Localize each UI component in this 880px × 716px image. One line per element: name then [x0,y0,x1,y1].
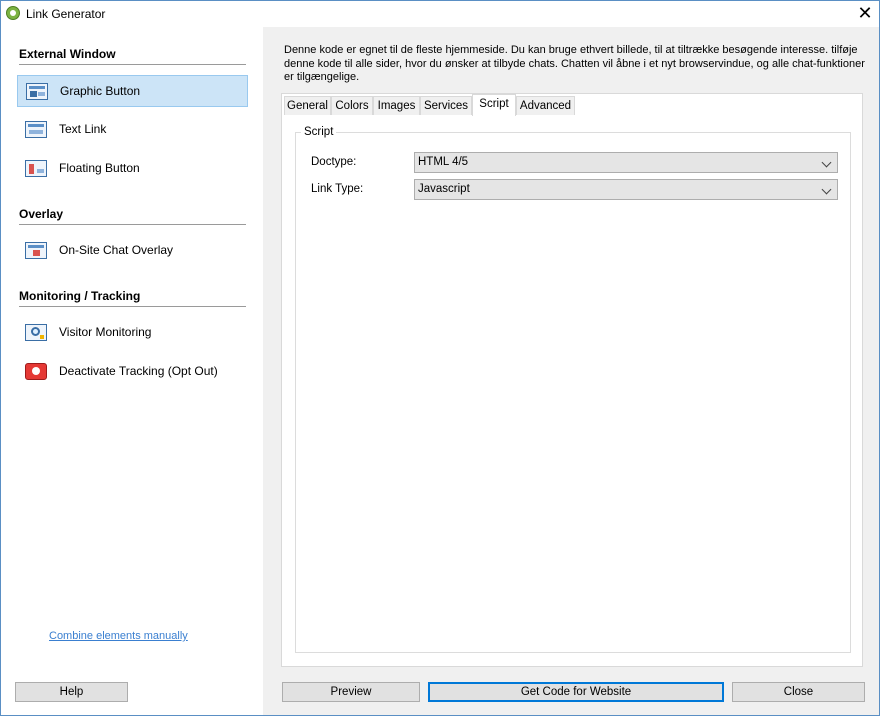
description-text: Denne kode er egnet til de fleste hjemme… [284,44,865,83]
section-divider [19,64,246,65]
window-title: Link Generator [26,7,106,21]
sidebar-item-label: Visitor Monitoring [59,325,152,339]
title-bar: Link Generator ✕ [1,1,879,27]
tab-images[interactable]: Images [373,96,420,115]
close-window-icon[interactable]: ✕ [853,3,877,25]
sidebar-item-label: Deactivate Tracking (Opt Out) [59,364,218,378]
preview-button[interactable]: Preview [282,682,420,702]
tab-script[interactable]: Script [472,94,516,116]
visitor-monitoring-icon [25,324,47,341]
sidebar-item-chat-overlay[interactable]: On-Site Chat Overlay [17,235,248,267]
chevron-down-icon [821,184,832,195]
help-button[interactable]: Help [15,682,128,702]
section-header-external-window: External Window [19,47,116,61]
graphic-button-icon [26,83,48,100]
sidebar-item-deactivate-tracking[interactable]: Deactivate Tracking (Opt Out) [17,356,248,388]
link-type-label: Link Type: [311,183,364,195]
section-header-monitoring: Monitoring / Tracking [19,289,141,303]
doctype-label: Doctype: [311,156,357,168]
sidebar-item-label: Graphic Button [60,84,141,98]
section-divider [19,306,246,307]
chat-overlay-icon [25,242,47,259]
sidebar-item-text-link[interactable]: Text Link [17,114,248,146]
doctype-value: HTML 4/5 [418,156,469,168]
tab-advanced[interactable]: Advanced [516,96,575,115]
get-code-button[interactable]: Get Code for Website [428,682,724,702]
script-group-title: Script [301,126,337,138]
link-generator-window: Link Generator ✕ External Window Graphic… [0,0,880,716]
doctype-select[interactable]: HTML 4/5 [414,152,838,173]
section-divider [19,224,246,225]
link-type-value: Javascript [418,183,470,195]
close-button[interactable]: Close [732,682,865,702]
combine-elements-link[interactable]: Combine elements manually [49,630,188,642]
section-header-overlay: Overlay [19,207,64,221]
link-type-select[interactable]: Javascript [414,179,838,200]
sidebar-item-label: Floating Button [59,161,140,175]
sidebar-item-floating-button[interactable]: Floating Button [17,153,248,185]
sidebar-item-label: Text Link [59,122,107,136]
tab-services[interactable]: Services [420,96,472,115]
deactivate-tracking-icon [25,363,47,380]
sidebar-item-graphic-button[interactable]: Graphic Button [17,75,248,107]
text-link-icon [25,121,47,138]
floating-button-icon [25,160,47,177]
tab-colors[interactable]: Colors [331,96,373,115]
sidebar-item-label: On-Site Chat Overlay [59,243,174,257]
app-gear-icon [6,6,20,20]
script-groupbox [295,132,851,653]
chevron-down-icon [821,157,832,168]
sidebar: External Window Graphic Button Text Link… [1,27,263,715]
sidebar-item-visitor-monitoring[interactable]: Visitor Monitoring [17,317,248,349]
tab-general[interactable]: General [284,96,331,115]
